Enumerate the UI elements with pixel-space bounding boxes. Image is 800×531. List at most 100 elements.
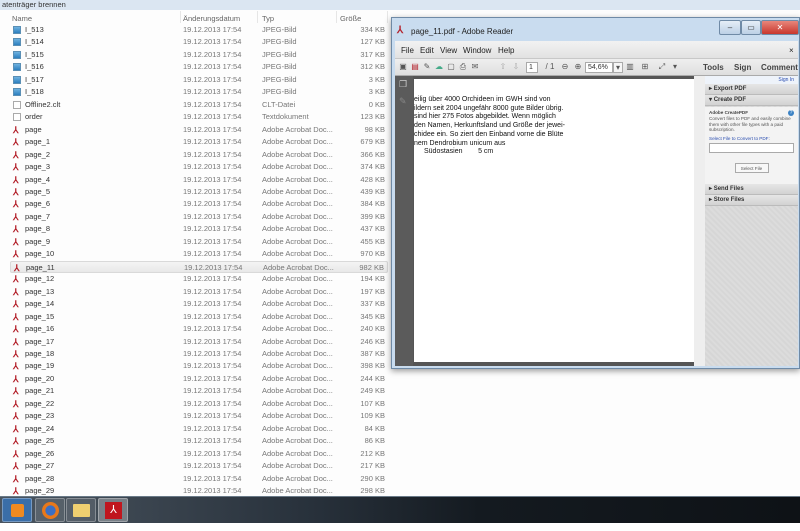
column-divider[interactable] [336, 11, 337, 23]
tools-button[interactable]: Tools [703, 63, 724, 72]
file-row[interactable]: ⅄ page_22 19.12.2013 17:54 Adobe Acrobat… [10, 398, 388, 410]
file-row[interactable]: ⅄ page_27 19.12.2013 17:54 Adobe Acrobat… [10, 460, 388, 472]
export-pdf-section[interactable]: ▸ Export PDF [705, 84, 798, 95]
file-row[interactable]: ⅄ page_20 19.12.2013 17:54 Adobe Acrobat… [10, 373, 388, 385]
pages-icon[interactable]: ❐ [399, 79, 407, 90]
file-row[interactable]: ⅄ page_10 19.12.2013 17:54 Adobe Acrobat… [10, 248, 388, 260]
file-row[interactable]: I_518 19.12.2013 17:54 JPEG-Bild 3 KB [10, 86, 388, 98]
scroll-mode-icon[interactable]: ⊞ [640, 62, 650, 72]
file-row[interactable]: ⅄ page_25 19.12.2013 17:54 Adobe Acrobat… [10, 435, 388, 447]
prev-page-icon[interactable]: ⇧ [498, 62, 508, 72]
zoom-input[interactable]: 54,6% [585, 62, 613, 73]
menu-help[interactable]: Help [498, 46, 514, 55]
zoom-in-icon[interactable]: ⊕ [573, 62, 583, 72]
file-row[interactable]: ⅄ page_7 19.12.2013 17:54 Adobe Acrobat … [10, 211, 388, 223]
file-row[interactable]: I_516 19.12.2013 17:54 JPEG-Bild 312 KB [10, 61, 388, 73]
print-icon[interactable]: ⎙ [458, 62, 468, 72]
maximize-button[interactable]: ▭ [741, 20, 761, 35]
pdf-text-line: chidee ein. So ziert den Einband vorne d… [414, 130, 564, 138]
header-date[interactable]: Änderungsdatum [183, 14, 240, 23]
file-row[interactable]: ⅄ page_4 19.12.2013 17:54 Adobe Acrobat … [10, 174, 388, 186]
upload-icon[interactable]: ☁ [434, 62, 444, 72]
minimize-button[interactable]: – [719, 20, 741, 35]
media-player-icon[interactable] [2, 498, 32, 522]
file-row[interactable]: ⅄ page_3 19.12.2013 17:54 Adobe Acrobat … [10, 161, 388, 173]
file-row[interactable]: order 19.12.2013 17:54 Textdokument 123 … [10, 111, 388, 123]
sign-in-link[interactable]: Sign In [705, 76, 798, 84]
close-doc-icon[interactable]: × [789, 46, 794, 55]
store-files-section[interactable]: ▸ Store Files [705, 195, 798, 206]
attachments-icon[interactable]: ✎ [399, 96, 407, 107]
title-bar[interactable]: ⅄ page_11.pdf - Adobe Reader – ▭ ✕ [392, 18, 799, 41]
file-row[interactable]: ⅄ page_15 19.12.2013 17:54 Adobe Acrobat… [10, 311, 388, 323]
file-row[interactable]: ⅄ page_18 19.12.2013 17:54 Adobe Acrobat… [10, 348, 388, 360]
file-row[interactable]: ⅄ page_12 19.12.2013 17:54 Adobe Acrobat… [10, 273, 388, 285]
edit-icon[interactable]: ✎ [422, 62, 432, 72]
file-row[interactable]: I_515 19.12.2013 17:54 JPEG-Bild 317 KB [10, 49, 388, 61]
file-to-convert-input[interactable] [709, 142, 794, 153]
next-page-icon[interactable]: ⇩ [511, 62, 521, 72]
combine-icon[interactable]: ▤ [410, 62, 420, 72]
create-pdf-section[interactable]: ▾ Create PDF [705, 95, 798, 106]
file-row[interactable]: ⅄ page_17 19.12.2013 17:54 Adobe Acrobat… [10, 336, 388, 348]
more-dropdown-icon[interactable]: ▾ [670, 62, 680, 72]
column-divider[interactable] [387, 11, 388, 23]
file-row[interactable]: Offline2.clt 19.12.2013 17:54 CLT-Datei … [10, 99, 388, 111]
help-icon[interactable]: ? [788, 110, 794, 116]
close-button[interactable]: ✕ [761, 20, 799, 35]
page-total: / 1 [545, 62, 555, 71]
file-row[interactable]: ⅄ page_2 19.12.2013 17:54 Adobe Acrobat … [10, 149, 388, 161]
file-row[interactable]: ⅄ page_26 19.12.2013 17:54 Adobe Acrobat… [10, 448, 388, 460]
column-divider[interactable] [257, 11, 258, 23]
sign-button[interactable]: Sign [734, 63, 751, 72]
pdf-page[interactable]: eilig über 4000 Orchideen im GWH sind vo… [414, 79, 694, 362]
file-row[interactable]: I_513 19.12.2013 17:54 JPEG-Bild 334 KB [10, 24, 388, 36]
explorer-icon[interactable] [66, 498, 96, 522]
zoom-dropdown-icon[interactable]: ▾ [613, 62, 623, 73]
file-row[interactable]: ⅄ page_1 19.12.2013 17:54 Adobe Acrobat … [10, 136, 388, 148]
fullscreen-icon[interactable]: ⤢ [657, 62, 667, 72]
burn-disc-label[interactable]: atenträger brennen [2, 0, 66, 9]
file-row[interactable]: ⅄ page_19 19.12.2013 17:54 Adobe Acrobat… [10, 360, 388, 372]
create-icon[interactable]: ▣ [398, 62, 408, 72]
file-row[interactable]: ⅄ page_6 19.12.2013 17:54 Adobe Acrobat … [10, 198, 388, 210]
file-row[interactable]: ⅄ page_13 19.12.2013 17:54 Adobe Acrobat… [10, 286, 388, 298]
file-row[interactable]: ⅄ page_21 19.12.2013 17:54 Adobe Acrobat… [10, 385, 388, 397]
fit-page-icon[interactable]: ▥ [625, 62, 635, 72]
file-row[interactable]: ⅄ page_28 19.12.2013 17:54 Adobe Acrobat… [10, 473, 388, 485]
menu-view[interactable]: View [440, 46, 457, 55]
file-row[interactable]: ⅄ page 19.12.2013 17:54 Adobe Acrobat Do… [10, 124, 388, 136]
header-type[interactable]: Typ [262, 14, 274, 23]
file-row[interactable]: ⅄ page_24 19.12.2013 17:54 Adobe Acrobat… [10, 423, 388, 435]
file-row[interactable]: ⅄ page_23 19.12.2013 17:54 Adobe Acrobat… [10, 410, 388, 422]
file-size: 337 KB [360, 299, 385, 309]
email-icon[interactable]: ✉ [470, 62, 480, 72]
zoom-out-icon[interactable]: ⊖ [560, 62, 570, 72]
file-row[interactable]: ⅄ page_14 19.12.2013 17:54 Adobe Acrobat… [10, 298, 388, 310]
file-row[interactable]: I_514 19.12.2013 17:54 JPEG-Bild 127 KB [10, 36, 388, 48]
column-divider[interactable] [180, 11, 181, 23]
file-type: Adobe Acrobat Doc... [262, 211, 333, 221]
vertical-scrollbar[interactable] [694, 76, 705, 366]
file-size: 246 KB [360, 336, 385, 346]
menu-window[interactable]: Window [463, 46, 491, 55]
header-name[interactable]: Name [12, 14, 32, 23]
adobe-reader-taskbar-icon[interactable]: ⅄ [98, 498, 128, 522]
menu-edit[interactable]: Edit [420, 46, 434, 55]
file-row[interactable]: ⅄ page_8 19.12.2013 17:54 Adobe Acrobat … [10, 223, 388, 235]
file-row[interactable]: ⅄ page_9 19.12.2013 17:54 Adobe Acrobat … [10, 236, 388, 248]
file-size: 127 KB [360, 37, 385, 47]
comment-button[interactable]: Comment [761, 63, 798, 72]
firefox-icon[interactable] [35, 498, 65, 522]
menu-file[interactable]: File [401, 46, 414, 55]
header-size[interactable]: Größe [340, 14, 361, 23]
select-file-button[interactable]: Select File [734, 162, 769, 173]
file-row[interactable]: I_517 19.12.2013 17:54 JPEG-Bild 3 KB [10, 74, 388, 86]
file-row[interactable]: ⅄ page_16 19.12.2013 17:54 Adobe Acrobat… [10, 323, 388, 335]
file-row[interactable]: ⅄ page_5 19.12.2013 17:54 Adobe Acrobat … [10, 186, 388, 198]
send-files-section[interactable]: ▸ Send Files [705, 184, 798, 195]
file-type: JPEG-Bild [262, 62, 297, 72]
page-number-input[interactable]: 1 [526, 62, 538, 73]
save-icon[interactable]: ▢ [446, 62, 456, 72]
file-row[interactable]: ⅄ page_11 19.12.2013 17:54 Adobe Acrobat… [10, 260, 388, 274]
